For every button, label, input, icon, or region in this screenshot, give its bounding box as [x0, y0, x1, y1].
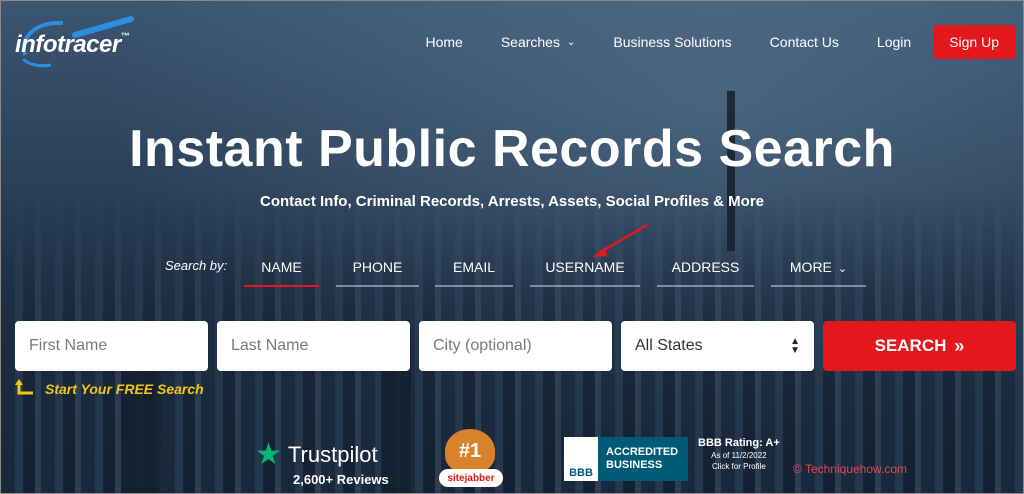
star-icon: ★ [255, 438, 282, 471]
annotation-arrow-icon [593, 223, 648, 257]
chevron-down-icon: ⌄ [566, 36, 576, 48]
bbb-profile-link[interactable]: Click for Profile [698, 462, 780, 471]
tab-username[interactable]: USERNAME [530, 259, 640, 287]
sitejabber-medal-icon: #1 [445, 429, 495, 473]
bbb-rating: BBB Rating: A+ As of 11/2/2022 Click for… [698, 437, 780, 481]
last-name-input[interactable]: Last Name [217, 321, 410, 371]
nav-business-solutions[interactable]: Business Solutions [613, 34, 731, 50]
tab-address[interactable]: ADDRESS [657, 259, 754, 287]
trustpilot-badge[interactable]: ★ Trustpilot 2,600+ Reviews [255, 437, 389, 487]
nav-searches[interactable]: Searches ⌄ [501, 34, 576, 50]
select-arrows-icon: ▲ ▼ [790, 336, 800, 356]
signup-button[interactable]: Sign Up [933, 25, 1015, 59]
state-select-value: All States [635, 337, 703, 354]
bbb-rating-value: BBB Rating: A+ [698, 437, 780, 449]
free-search-link[interactable]: Start Your FREE Search [15, 379, 204, 399]
first-name-input[interactable]: First Name [15, 321, 208, 371]
search-by-label: Search by: [165, 258, 228, 273]
main-nav: Home Searches ⌄ Business Solutions Contac… [387, 25, 1015, 59]
infotracer-logo[interactable]: infotracer™ [15, 15, 165, 68]
nav-searches-label: Searches [500, 34, 560, 50]
watermark: © Techniquehow.com [793, 462, 908, 476]
state-select[interactable]: All States ▲ ▼ [621, 321, 814, 371]
logo-text: infotracer™ [15, 31, 130, 58]
free-search-label: Start Your FREE Search [45, 381, 204, 397]
bbb-accredited-text: ACCREDITED BUSINESS [598, 437, 688, 481]
sitejabber-badge[interactable]: #1 sitejabber [439, 429, 503, 491]
trustpilot-name: Trustpilot [287, 441, 378, 467]
search-button[interactable]: SEARCH » [823, 321, 1016, 371]
sitejabber-label: sitejabber [439, 469, 503, 487]
page-subtitle: Contact Info, Criminal Records, Arrests,… [259, 193, 765, 210]
tab-name[interactable]: NAME [244, 259, 319, 287]
bbb-line1: ACCREDITED [606, 446, 679, 458]
chevron-down-icon: ⌄ [837, 263, 848, 275]
tab-phone[interactable]: PHONE [336, 259, 419, 287]
curved-arrow-up-icon [15, 379, 33, 395]
trustpilot-reviews: 2,600+ Reviews [293, 472, 389, 487]
nav-login[interactable]: Login [877, 34, 911, 50]
nav-contact-us[interactable]: Contact Us [770, 34, 839, 50]
double-chevron-right-icon: » [954, 335, 965, 356]
page-title: Instant Public Records Search [129, 120, 895, 178]
bbb-line2: BUSINESS [606, 459, 663, 471]
tab-more[interactable]: MORE ⌄ [771, 259, 866, 287]
bbb-rating-date: As of 11/2/2022 [711, 451, 767, 460]
nav-home[interactable]: Home [425, 34, 462, 50]
tab-email[interactable]: EMAIL [435, 259, 513, 287]
tab-more-label: MORE [789, 259, 832, 275]
bbb-badge[interactable]: BBB ACCREDITED BUSINESS BBB Rating: A+ A… [564, 437, 780, 481]
bbb-logo-icon: BBB [564, 437, 598, 481]
page-frame: infotracer™ Home Searches ⌄ Business Solu… [0, 0, 1024, 494]
city-input[interactable]: City (optional) [419, 321, 612, 371]
search-button-label: SEARCH [874, 336, 947, 355]
